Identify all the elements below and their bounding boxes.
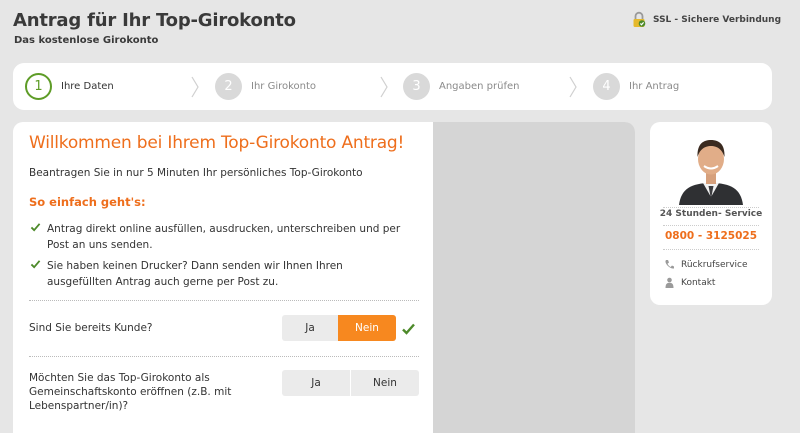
divider	[663, 225, 759, 226]
step-number: 4	[593, 73, 620, 100]
chevron-right-icon	[380, 76, 388, 98]
side-area	[433, 122, 635, 433]
step-ihre-daten[interactable]: 1 Ihre Daten	[25, 63, 114, 110]
list-item: Sie haben keinen Drucker? Dann senden wi…	[30, 258, 410, 290]
bullet-text: Antrag direkt online ausfüllen, ausdruck…	[47, 223, 401, 251]
checkmark-icon	[30, 223, 41, 232]
page-subtitle: Das kostenlose Girokonto	[14, 35, 159, 46]
divider	[29, 356, 419, 357]
how-it-works-heading: So einfach geht's:	[29, 195, 146, 209]
no-option[interactable]: Nein	[338, 315, 396, 341]
step-ihr-girokonto: 2 Ihr Girokonto	[215, 63, 316, 110]
chevron-right-icon	[569, 76, 577, 98]
no-option[interactable]: Nein	[351, 370, 419, 396]
intro-text: Beantragen Sie in nur 5 Minuten Ihr pers…	[29, 167, 363, 179]
step-label: Angaben prüfen	[439, 81, 520, 92]
application-form-panel: Willkommen bei Ihrem Top-Girokonto Antra…	[13, 122, 635, 433]
person-icon	[665, 277, 674, 288]
yes-option[interactable]: Ja	[282, 315, 338, 341]
contact-link[interactable]: Kontakt	[664, 277, 715, 288]
existing-customer-toggle: Ja Nein	[282, 315, 396, 341]
callback-link[interactable]: Rückrufservice	[664, 259, 748, 270]
question-existing-customer: Sind Sie bereits Kunde?	[29, 322, 153, 334]
progress-stepper: 1 Ihre Daten 2 Ihr Girokonto 3 Angaben p…	[13, 63, 772, 110]
joint-account-toggle: Ja Nein	[282, 370, 419, 396]
chevron-right-icon	[191, 76, 199, 98]
divider	[29, 300, 419, 301]
callback-label: Rückrufservice	[681, 259, 748, 270]
service-phone[interactable]: 0800 - 3125025	[650, 230, 772, 242]
step-label: Ihre Daten	[61, 81, 114, 92]
bullet-text: Sie haben keinen Drucker? Dann senden wi…	[47, 260, 343, 288]
contact-label: Kontakt	[681, 277, 716, 288]
welcome-heading: Willkommen bei Ihrem Top-Girokonto Antra…	[29, 133, 405, 153]
ssl-indicator: SSL - Sichere Verbindung	[632, 11, 781, 28]
step-number: 2	[215, 73, 242, 100]
ssl-label: SSL - Sichere Verbindung	[653, 14, 782, 25]
step-number: 3	[403, 73, 430, 100]
step-label: Ihr Girokonto	[251, 81, 317, 92]
lock-icon	[632, 11, 646, 28]
list-item: Antrag direkt online ausfüllen, ausdruck…	[30, 221, 410, 253]
checkmark-icon	[402, 323, 415, 335]
phone-icon	[665, 260, 674, 269]
step-number: 1	[25, 73, 52, 100]
step-angaben-pruefen: 3 Angaben prüfen	[403, 63, 519, 110]
divider	[663, 249, 759, 250]
yes-option[interactable]: Ja	[282, 370, 350, 396]
checkmark-icon	[30, 260, 41, 269]
divider	[663, 207, 759, 208]
step-ihr-antrag: 4 Ihr Antrag	[593, 63, 679, 110]
step-label: Ihr Antrag	[629, 81, 680, 92]
page-title: Antrag für Ihr Top-Girokonto	[13, 10, 296, 31]
question-joint-account: Möchten Sie das Top-Girokonto als Gemein…	[29, 372, 232, 412]
service-agent-avatar	[679, 140, 743, 205]
contact-box: 24 Stunden- Service 0800 - 3125025 Rückr…	[650, 122, 772, 305]
service-label: 24 Stunden- Service	[659, 209, 763, 219]
